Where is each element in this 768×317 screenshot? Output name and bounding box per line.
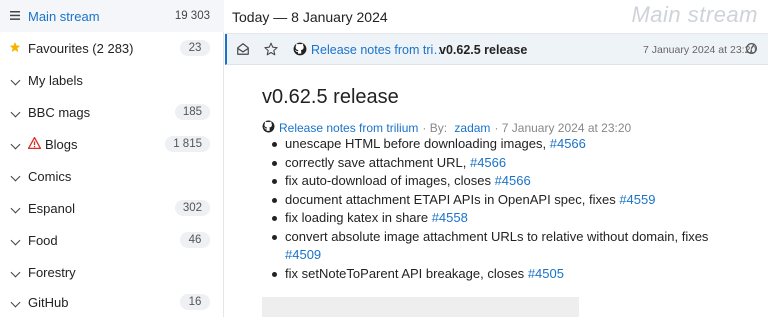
sidebar-item-bbc-mags[interactable]: BBC mags 185 <box>0 96 224 128</box>
sidebar: Main stream 19 303 Favourites (2 283) 23… <box>0 0 224 317</box>
list-item: correctly save attachment URL, #4566 <box>269 154 739 173</box>
list-item: fix setNoteToParent API breakage, closes… <box>269 265 739 284</box>
issue-link[interactable]: #4566 <box>495 173 531 188</box>
issue-link[interactable]: #4505 <box>528 266 564 281</box>
star-icon <box>8 41 22 56</box>
day-heading: Today — 8 January 2024 <box>232 9 388 25</box>
release-notes-list: unescape HTML before downloading images,… <box>269 135 739 283</box>
issue-link[interactable]: #4566 <box>550 136 586 151</box>
sidebar-item-forestry[interactable]: Forestry <box>0 256 224 288</box>
sidebar-item-main-stream[interactable]: Main stream 19 303 <box>0 0 224 32</box>
article-meta: Release notes from trilium · By: zadam ·… <box>262 120 631 136</box>
sidebar-item-label: Main stream <box>28 8 100 24</box>
article-source-link[interactable]: Release notes from tri… <box>311 43 446 57</box>
issue-link[interactable]: #4559 <box>619 192 655 207</box>
list-item: document attachment ETAPI APIs in OpenAP… <box>269 191 739 210</box>
chevron-down-icon[interactable] <box>8 105 22 119</box>
feed-source-link[interactable]: Release notes from trilium <box>279 121 418 135</box>
chevron-down-icon[interactable] <box>8 169 22 183</box>
article-row-date: 7 January 2024 at 23:20 <box>643 44 757 56</box>
stream-title-watermark: Main stream <box>631 2 758 27</box>
article-list-row[interactable]: Release notes from tri… v0.62.5 release … <box>225 34 768 65</box>
chevron-down-icon[interactable] <box>8 265 22 279</box>
star-outline-icon[interactable] <box>264 42 278 56</box>
chevron-down-icon[interactable] <box>8 73 22 87</box>
unread-count: 1 815 <box>165 136 210 152</box>
sidebar-item-my-labels[interactable]: My labels <box>0 64 224 96</box>
sidebar-item-label: BBC mags <box>28 104 91 120</box>
github-icon <box>293 42 307 56</box>
chevron-down-icon[interactable] <box>8 233 22 247</box>
unread-count: 19 303 <box>174 10 210 22</box>
issue-link[interactable]: #4558 <box>432 210 468 225</box>
article-title[interactable]: v0.62.5 release <box>262 86 399 109</box>
sidebar-item-label: Food <box>28 232 58 248</box>
github-icon <box>262 120 275 136</box>
article-row-title[interactable]: v0.62.5 release <box>439 43 527 57</box>
unread-count: 302 <box>174 200 210 216</box>
sidebar-item-espanol[interactable]: Espanol 302 <box>0 192 224 224</box>
chevron-down-icon[interactable] <box>8 295 22 309</box>
list-item: unescape HTML before downloading images,… <box>269 135 739 154</box>
sidebar-item-label: My labels <box>28 72 83 88</box>
open-external-icon[interactable] <box>745 42 759 56</box>
sidebar-item-food[interactable]: Food 46 <box>0 224 224 256</box>
byline-date: · 7 January 2024 at 23:20 <box>494 121 632 135</box>
sidebar-item-favourites[interactable]: Favourites (2 283) 23 <box>0 32 224 64</box>
unread-count: 46 <box>180 232 210 248</box>
sidebar-item-comics[interactable]: Comics <box>0 160 224 192</box>
unread-count: 16 <box>180 294 210 310</box>
issue-link[interactable]: #4566 <box>470 155 506 170</box>
sidebar-item-label: Forestry <box>28 264 76 280</box>
sidebar-item-label: Blogs <box>45 136 78 152</box>
unread-count: 23 <box>180 40 210 56</box>
list-item: fix loading katex in share #4558 <box>269 209 739 228</box>
list-item: fix auto-download of images, closes #456… <box>269 172 739 191</box>
embedded-image-placeholder <box>262 297 579 317</box>
unread-count: 185 <box>174 104 210 120</box>
sidebar-item-label: Favourites (2 283) <box>28 40 134 56</box>
author-link[interactable]: zadam <box>454 121 490 135</box>
chevron-down-icon[interactable] <box>8 201 22 215</box>
sidebar-item-github[interactable]: GitHub 16 <box>0 286 224 317</box>
sidebar-item-label: GitHub <box>28 294 69 310</box>
sidebar-item-label: Comics <box>28 168 72 184</box>
list-item: convert absolute image attachment URLs t… <box>269 228 739 265</box>
sidebar-item-label: Espanol <box>28 200 75 216</box>
menu-icon <box>8 9 22 23</box>
warning-icon <box>27 136 42 152</box>
stream-header: Today — 8 January 2024 Main stream <box>225 0 768 34</box>
chevron-down-icon[interactable] <box>8 137 22 151</box>
issue-link[interactable]: #4509 <box>285 247 321 262</box>
sidebar-item-blogs[interactable]: Blogs 1 815 <box>0 128 224 160</box>
article-content: v0.62.5 release Release notes from trili… <box>227 65 768 317</box>
mark-read-icon[interactable] <box>236 42 250 56</box>
byline-by: · By: <box>422 121 451 135</box>
